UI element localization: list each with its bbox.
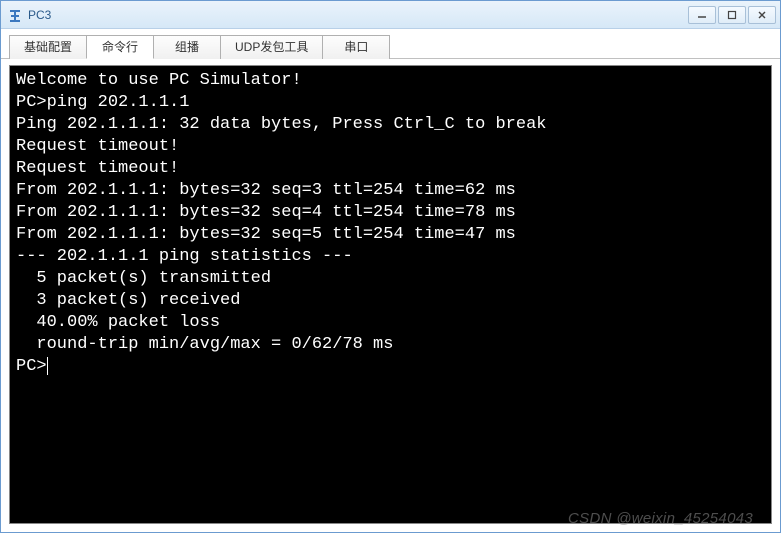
terminal-line: Welcome to use PC Simulator! <box>16 70 765 92</box>
maximize-button[interactable] <box>718 6 746 24</box>
terminal[interactable]: Welcome to use PC Simulator!PC>ping 202.… <box>9 65 772 524</box>
terminal-line: 5 packet(s) transmitted <box>16 268 765 290</box>
tabbar: 基础配置 命令行 组播 UDP发包工具 串口 <box>1 29 780 59</box>
terminal-line: Request timeout! <box>16 136 765 158</box>
tab-udp-tool[interactable]: UDP发包工具 <box>220 35 323 59</box>
close-icon <box>757 10 767 20</box>
terminal-prompt: PC> <box>16 357 47 376</box>
terminal-line: round-trip min/avg/max = 0/62/78 ms <box>16 334 765 356</box>
title-left: PC3 <box>7 7 51 23</box>
terminal-line: From 202.1.1.1: bytes=32 seq=5 ttl=254 t… <box>16 224 765 246</box>
terminal-line: From 202.1.1.1: bytes=32 seq=3 ttl=254 t… <box>16 180 765 202</box>
cursor-icon <box>47 357 48 375</box>
tab-basic-config[interactable]: 基础配置 <box>9 35 87 59</box>
terminal-line: 3 packet(s) received <box>16 290 765 312</box>
terminal-line: --- 202.1.1.1 ping statistics --- <box>16 246 765 268</box>
terminal-prompt-line: PC> <box>16 356 765 378</box>
app-window: PC3 基础配置 命令行 组播 UDP发包工具 串口 Welcome to us… <box>0 0 781 533</box>
app-icon <box>7 7 23 23</box>
terminal-wrap: Welcome to use PC Simulator!PC>ping 202.… <box>1 59 780 532</box>
terminal-line: PC>ping 202.1.1.1 <box>16 92 765 114</box>
minimize-button[interactable] <box>688 6 716 24</box>
terminal-line: From 202.1.1.1: bytes=32 seq=4 ttl=254 t… <box>16 202 765 224</box>
close-button[interactable] <box>748 6 776 24</box>
window-controls <box>688 6 776 24</box>
titlebar: PC3 <box>1 1 780 29</box>
maximize-icon <box>727 10 737 20</box>
tab-command-line[interactable]: 命令行 <box>86 35 154 59</box>
terminal-line: Request timeout! <box>16 158 765 180</box>
tab-serial[interactable]: 串口 <box>322 35 390 59</box>
terminal-line: Ping 202.1.1.1: 32 data bytes, Press Ctr… <box>16 114 765 136</box>
window-title: PC3 <box>28 8 51 22</box>
terminal-line: 40.00% packet loss <box>16 312 765 334</box>
minimize-icon <box>697 10 707 20</box>
tab-multicast[interactable]: 组播 <box>153 35 221 59</box>
